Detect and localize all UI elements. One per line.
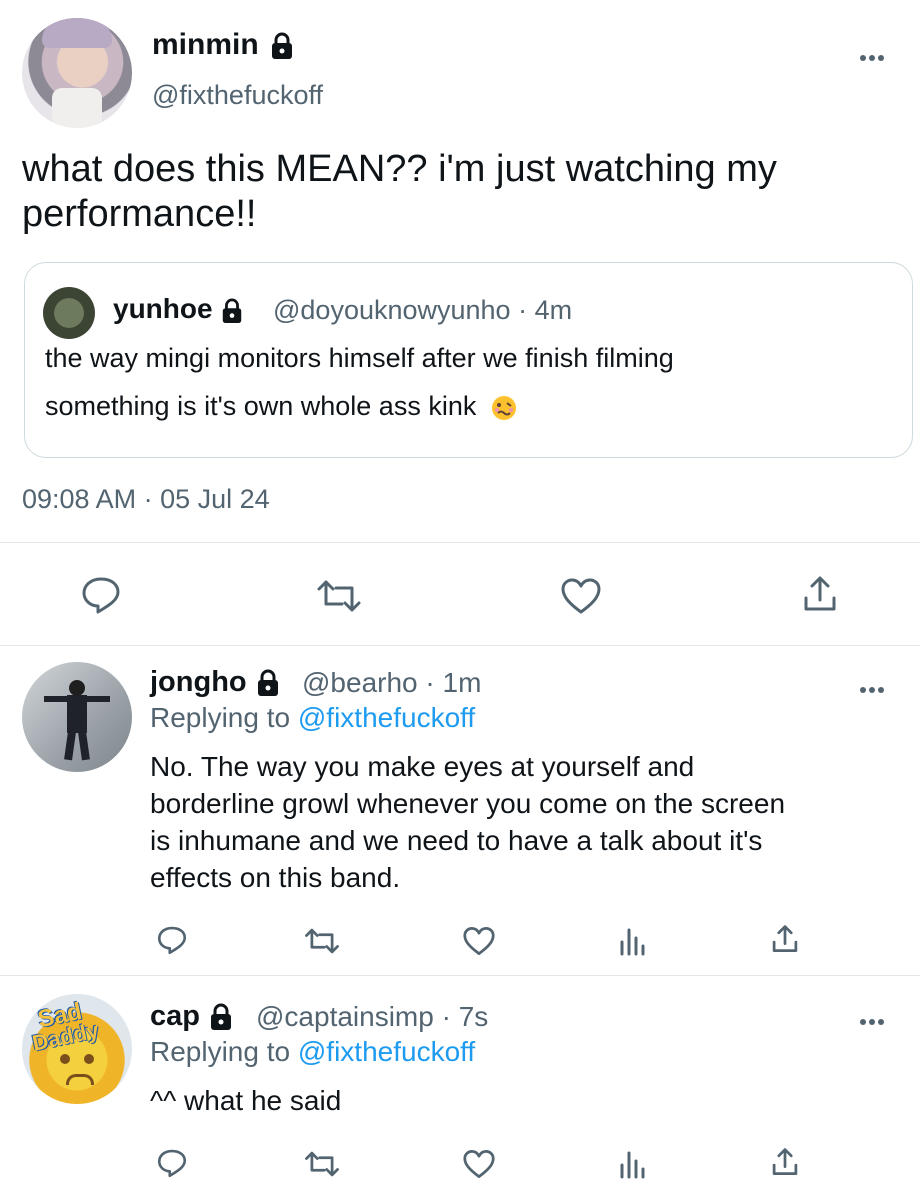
reply-2-display-name[interactable]: cap [150, 1000, 234, 1033]
more-icon[interactable] [860, 680, 887, 698]
reply-1-mention-link[interactable]: @fixthefuckoff [298, 702, 475, 733]
lock-icon [211, 1003, 232, 1031]
share-icon[interactable] [771, 923, 799, 955]
main-tweet-avatar[interactable] [22, 18, 132, 128]
more-icon[interactable] [860, 48, 887, 66]
quoted-tweet-handle-time: @doyouknowyunho · 4m [273, 295, 573, 325]
lock-icon [272, 32, 293, 60]
reply-1-text-line-1: No. The way you make eyes at yourself an… [150, 751, 695, 782]
reply-2-replying-to: Replying to @fixthefuckoff [150, 1036, 476, 1067]
like-icon[interactable] [560, 577, 602, 615]
reply-2-avatar[interactable]: Sad Daddy [22, 994, 132, 1104]
reply-2-text-line-1: ^^ what he said [150, 1085, 342, 1116]
main-tweet-display-name[interactable]: minmin [152, 28, 295, 62]
analytics-icon[interactable] [618, 924, 646, 956]
quoted-tweet-avatar [43, 287, 95, 339]
woozy-face-icon [491, 395, 516, 420]
share-icon[interactable] [802, 574, 838, 614]
divider [0, 542, 920, 543]
more-icon[interactable] [860, 1012, 887, 1030]
reply-icon[interactable] [80, 575, 122, 615]
quoted-tweet-text-line-1: the way mingi monitors himself after we … [45, 343, 674, 373]
reply-icon[interactable] [156, 925, 188, 955]
reply-1-text-line-4: effects on this band. [150, 862, 401, 893]
analytics-icon[interactable] [618, 1147, 646, 1179]
reply-icon[interactable] [156, 1148, 188, 1178]
retweet-icon[interactable] [304, 1150, 340, 1178]
retweet-icon[interactable] [316, 578, 362, 614]
quoted-tweet-display-name: yunhoe [113, 293, 244, 325]
lock-icon [223, 298, 242, 323]
lock-icon [257, 669, 278, 697]
main-tweet-text-line-1: what does this MEAN?? i'm just watching … [22, 148, 777, 190]
reply-2-mention-link[interactable]: @fixthefuckoff [298, 1036, 475, 1067]
quoted-tweet-card[interactable]: yunhoe @doyouknowyunho · 4m the way ming… [24, 262, 913, 458]
reply-1-handle-time[interactable]: @bearho · 1m [302, 667, 481, 699]
reply-2-handle-time[interactable]: @captainsimp · 7s [256, 1001, 488, 1033]
reply-1-avatar[interactable] [22, 662, 132, 772]
divider [0, 645, 920, 646]
divider [0, 975, 920, 976]
reply-1-display-name[interactable]: jongho [150, 666, 281, 699]
main-tweet-text-line-2: performance!! [22, 193, 257, 235]
main-tweet-handle[interactable]: @fixthefuckoff [152, 80, 323, 111]
like-icon[interactable] [462, 926, 496, 956]
retweet-icon[interactable] [304, 927, 340, 955]
quoted-tweet-text-line-2: something is it's own whole ass kink [45, 391, 518, 422]
reply-1-text-line-3: is inhumane and we need to have a talk a… [150, 825, 763, 856]
main-tweet-timestamp[interactable]: 09:08 AM · 05 Jul 24 [22, 484, 270, 515]
reply-1-text-line-2: borderline growl whenever you come on th… [150, 788, 786, 819]
reply-1-replying-to: Replying to @fixthefuckoff [150, 702, 476, 733]
share-icon[interactable] [771, 1146, 799, 1178]
like-icon[interactable] [462, 1149, 496, 1179]
